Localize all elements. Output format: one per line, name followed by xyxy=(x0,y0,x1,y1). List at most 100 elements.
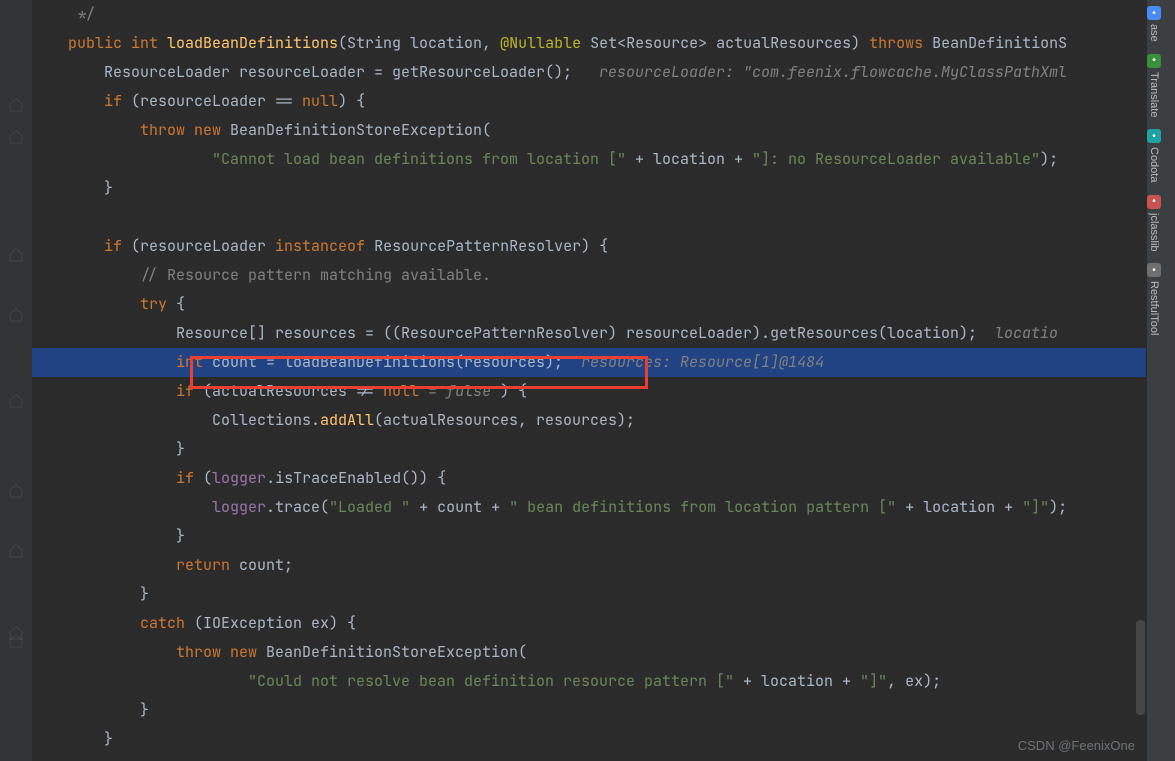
code-token xyxy=(32,522,176,551)
code-line[interactable]: ResourceLoader resourceLoader = getResou… xyxy=(32,58,1147,87)
code-line[interactable]: } xyxy=(32,435,1147,464)
code-token xyxy=(32,377,176,406)
code-token: "Cannot load bean definitions from locat… xyxy=(212,149,626,169)
code-token: throw new xyxy=(140,120,230,140)
code-token: (resourceLoader == xyxy=(131,91,302,111)
code-line[interactable]: Resource[] resources = ((ResourcePattern… xyxy=(32,319,1147,348)
code-token xyxy=(32,174,104,203)
code-line[interactable]: } xyxy=(32,174,1147,203)
tool-tab-restfultool[interactable]: •RestfulTool xyxy=(1147,257,1161,341)
code-token: resourceLoader: "com.feenix.flowcache.My… xyxy=(599,62,1067,82)
code-line[interactable]: public int loadBeanDefinitions(String lo… xyxy=(32,29,1147,58)
code-token: BeanDefinitionS xyxy=(932,33,1067,53)
code-token xyxy=(32,406,212,435)
code-token: count = loadBeanDefinitions(resources); xyxy=(212,352,581,372)
code-token xyxy=(32,725,104,754)
code-token xyxy=(32,0,77,29)
code-token: .trace( xyxy=(266,497,329,517)
code-line[interactable]: "Cannot load bean definitions from locat… xyxy=(32,145,1147,174)
code-token xyxy=(32,696,140,725)
code-token: } xyxy=(176,439,185,459)
code-line[interactable]: throw new BeanDefinitionStoreException( xyxy=(32,116,1147,145)
code-line[interactable]: } xyxy=(32,580,1147,609)
code-line[interactable]: if (logger.isTraceEnabled()) { xyxy=(32,464,1147,493)
code-token xyxy=(32,116,140,145)
gutter-marker-icon[interactable] xyxy=(7,128,25,146)
code-editor[interactable]: */ public int loadBeanDefinitions(String… xyxy=(0,0,1147,761)
code-token xyxy=(32,609,140,638)
code-line[interactable]: "Could not resolve bean definition resou… xyxy=(32,667,1147,696)
code-token: "]" xyxy=(1022,497,1049,517)
code-token xyxy=(32,145,212,174)
code-line[interactable]: if (actualResources != null = false ) { xyxy=(32,377,1147,406)
code-token: if xyxy=(104,236,131,256)
code-line[interactable]: } xyxy=(32,696,1147,725)
ase-icon: • xyxy=(1147,6,1161,20)
code-line[interactable]: logger.trace("Loaded " + count + " bean … xyxy=(32,493,1147,522)
code-token: ResourcePatternResolver) { xyxy=(374,236,608,256)
code-token: instanceof xyxy=(275,236,374,256)
jclasslib-icon: • xyxy=(1147,195,1161,209)
code-area[interactable]: */ public int loadBeanDefinitions(String… xyxy=(32,0,1147,761)
code-line[interactable]: if (resourceLoader instanceof ResourcePa… xyxy=(32,232,1147,261)
code-token: @Nullable xyxy=(500,33,581,53)
scrollbar-thumb[interactable] xyxy=(1136,620,1145,715)
code-token: (String location, xyxy=(338,33,500,53)
code-token: if xyxy=(176,381,203,401)
code-token: , ex); xyxy=(887,671,941,691)
code-token: + location + xyxy=(896,497,1022,517)
code-line[interactable]: // Resource pattern matching available. xyxy=(32,261,1147,290)
tool-tab-ase[interactable]: • ase xyxy=(1147,0,1161,48)
tool-tab-label: ase xyxy=(1148,24,1160,42)
gutter-marker-icon[interactable] xyxy=(7,392,25,410)
gutter-marker-icon[interactable] xyxy=(7,96,25,114)
code-token: (actualResources, resources); xyxy=(374,410,635,430)
translate-icon: • xyxy=(1147,54,1161,68)
code-token: if xyxy=(176,468,203,488)
gutter-marker-icon[interactable] xyxy=(7,246,25,264)
code-line[interactable]: } xyxy=(32,522,1147,551)
code-line[interactable]: int count = loadBeanDefinitions(resource… xyxy=(32,348,1147,377)
tool-tab-label: Translate xyxy=(1148,72,1160,117)
tool-tab-codota[interactable]: •Codota xyxy=(1147,123,1161,188)
code-token: { xyxy=(176,294,185,314)
code-token xyxy=(32,348,176,377)
gutter-marker-icon[interactable] xyxy=(7,482,25,500)
vertical-scrollbar[interactable] xyxy=(1134,0,1146,761)
code-token: addAll xyxy=(320,410,374,430)
code-token: logger xyxy=(212,468,266,488)
code-token xyxy=(32,580,140,609)
right-tool-strip: • ase • Translate •Codota•jclasslib•RestfulT… xyxy=(1146,0,1175,761)
code-token: } xyxy=(140,584,149,604)
tool-tab-jclasslib[interactable]: •jclasslib xyxy=(1147,189,1161,258)
editor-gutter[interactable] xyxy=(0,0,32,761)
code-line[interactable]: } xyxy=(32,725,1147,754)
code-token: "]: no ResourceLoader available" xyxy=(752,149,1040,169)
tool-tab-translate[interactable]: • Translate xyxy=(1147,48,1161,123)
code-line[interactable]: Collections.addAll(actualResources, reso… xyxy=(32,406,1147,435)
code-token: Collections. xyxy=(212,410,320,430)
code-token: ) { xyxy=(338,91,365,111)
code-token: BeanDefinitionStoreException( xyxy=(266,642,527,662)
code-token xyxy=(32,464,176,493)
code-line[interactable]: if (resourceLoader == null) { xyxy=(32,87,1147,116)
code-token: logger xyxy=(212,497,266,517)
code-token: } xyxy=(104,729,113,749)
code-line[interactable] xyxy=(32,203,1147,232)
code-token xyxy=(32,232,104,261)
gutter-marker-icon[interactable] xyxy=(7,306,25,324)
code-line[interactable]: return count; xyxy=(32,551,1147,580)
code-line[interactable]: throw new BeanDefinitionStoreException( xyxy=(32,638,1147,667)
gutter-marker-icon[interactable] xyxy=(7,542,25,560)
code-token: int xyxy=(176,352,212,372)
code-token: public int xyxy=(68,33,167,53)
code-token: = false xyxy=(419,381,500,401)
code-token: + count + xyxy=(410,497,509,517)
code-line[interactable]: */ xyxy=(32,0,1147,29)
code-token xyxy=(32,435,176,464)
gutter-marker-icon[interactable] xyxy=(7,632,25,650)
code-line[interactable]: catch (IOException ex) { xyxy=(32,609,1147,638)
code-token: ) { xyxy=(500,381,527,401)
code-line[interactable]: try { xyxy=(32,290,1147,319)
code-token xyxy=(32,87,104,116)
